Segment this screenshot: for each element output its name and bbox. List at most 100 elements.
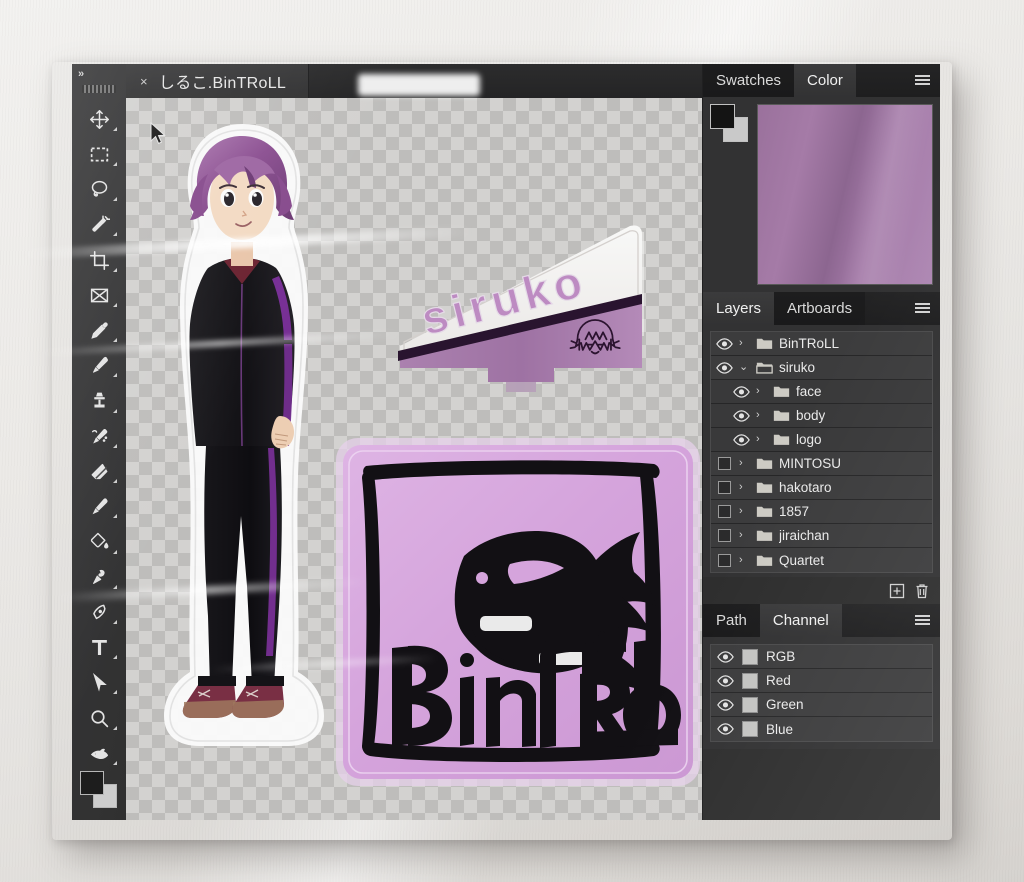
magic-wand-tool[interactable] xyxy=(77,207,121,242)
channel-visibility-eye-icon[interactable] xyxy=(717,698,734,711)
toolbar-color-chips[interactable] xyxy=(80,770,118,808)
document-tab[interactable]: × しるこ.BinTRoLL xyxy=(126,64,310,98)
foreground-color-chip[interactable] xyxy=(710,104,735,129)
acrylic-standee: » × しるこ.BinTRoLL siruko Swatches Color L… xyxy=(19,64,940,820)
channel-row[interactable]: RGB xyxy=(711,645,932,669)
zoom-tool[interactable] xyxy=(77,700,121,735)
layer-visibility-eye-icon[interactable] xyxy=(733,433,750,446)
channel-visibility-eye-icon[interactable] xyxy=(717,674,734,687)
chevron-right-icon[interactable]: › xyxy=(739,458,750,469)
tools-panel: » xyxy=(72,64,126,820)
dodge-tool[interactable] xyxy=(77,560,121,595)
new-layer-button[interactable] xyxy=(889,583,905,599)
crop-tool[interactable] xyxy=(77,242,121,277)
chevron-right-icon[interactable]: › xyxy=(739,506,750,517)
channel-visibility-eye-icon[interactable] xyxy=(717,650,734,663)
channel-row[interactable]: Blue xyxy=(711,717,932,741)
layer-row[interactable]: › BinTRoLL xyxy=(711,332,932,356)
channel-row[interactable]: Green xyxy=(711,693,932,717)
layer-visibility-toggle-off[interactable] xyxy=(718,529,731,542)
layer-row[interactable]: › Quartet xyxy=(711,548,932,572)
layers-panel-tabs: Layers Artboards xyxy=(703,292,940,325)
color-panel-body xyxy=(703,97,940,292)
type-tool[interactable] xyxy=(77,630,121,665)
chevron-right-icon[interactable]: › xyxy=(739,530,750,541)
layer-row[interactable]: › jiraichan xyxy=(711,524,932,548)
color-chips[interactable] xyxy=(710,104,748,142)
slice-tool[interactable] xyxy=(77,278,121,313)
character-artwork-siruko[interactable] xyxy=(148,116,338,756)
toolbar-collapse-button[interactable]: » xyxy=(72,66,126,83)
layers-panel-body: › BinTRoLL ⌄ siruko › face › body › logo › MINTOSU ›… xyxy=(703,325,940,577)
layer-visibility-toggle-off[interactable] xyxy=(718,457,731,470)
layer-row[interactable]: › face xyxy=(711,380,932,404)
channel-panel-menu-button[interactable] xyxy=(905,604,940,637)
layer-name: logo xyxy=(796,432,822,447)
channel-thumbnail xyxy=(742,648,758,665)
chevron-right-icon[interactable]: › xyxy=(756,434,767,445)
layers-panel: Layers Artboards › BinTRoLL ⌄ siruko › face › b… xyxy=(703,292,940,604)
folder-icon xyxy=(756,505,773,518)
layer-name: BinTRoLL xyxy=(779,336,840,351)
channel-list: RGB Red Green Blue xyxy=(710,644,933,742)
layer-row[interactable]: › MINTOSU xyxy=(711,452,932,476)
chevron-right-icon[interactable]: › xyxy=(756,386,767,397)
channel-row[interactable]: Red xyxy=(711,669,932,693)
delete-layer-button[interactable] xyxy=(914,583,930,599)
layer-name: jiraichan xyxy=(779,528,830,543)
nameplate-artwork-siruko[interactable]: siruko xyxy=(388,220,658,392)
layers-panel-menu-button[interactable] xyxy=(905,292,940,325)
layer-visibility-toggle-off[interactable] xyxy=(718,505,731,518)
hand-tool[interactable] xyxy=(77,736,121,771)
layer-row[interactable]: › logo xyxy=(711,428,932,452)
chevron-down-icon[interactable]: ⌄ xyxy=(739,362,750,373)
eyedropper-tool[interactable] xyxy=(77,313,121,348)
chevron-right-icon[interactable]: › xyxy=(739,554,750,566)
close-icon[interactable]: × xyxy=(140,74,148,89)
layer-visibility-eye-icon[interactable] xyxy=(733,385,750,398)
rectangular-marquee-tool[interactable] xyxy=(77,137,121,172)
layer-row[interactable]: ⌄ siruko xyxy=(711,356,932,380)
move-tool[interactable] xyxy=(77,101,121,136)
toolbar-drag-handle[interactable] xyxy=(82,84,116,94)
folder-icon xyxy=(756,361,773,374)
folder-icon xyxy=(756,554,773,567)
gradient-tool[interactable] xyxy=(77,524,121,559)
tab-channel[interactable]: Channel xyxy=(759,604,842,637)
tab-layers[interactable]: Layers xyxy=(703,292,775,325)
layer-row[interactable]: › body xyxy=(711,404,932,428)
clone-stamp-tool[interactable] xyxy=(77,383,121,418)
tab-path[interactable]: Path xyxy=(703,604,760,637)
tab-artboards[interactable]: Artboards xyxy=(774,292,866,325)
chevron-right-icon[interactable]: › xyxy=(739,482,750,493)
canvas[interactable]: siruko xyxy=(126,98,702,820)
brush-tool[interactable] xyxy=(77,348,121,383)
tab-color[interactable]: Color xyxy=(794,64,856,97)
lasso-tool[interactable] xyxy=(77,172,121,207)
layer-visibility-eye-icon[interactable] xyxy=(716,361,733,374)
eraser-tool[interactable] xyxy=(77,454,121,489)
channel-visibility-eye-icon[interactable] xyxy=(717,723,734,735)
channel-thumbnail xyxy=(742,696,758,713)
pen-tool[interactable] xyxy=(77,595,121,630)
layer-visibility-eye-icon[interactable] xyxy=(733,409,750,422)
layer-name: body xyxy=(796,408,826,423)
path-selection-tool[interactable] xyxy=(77,665,121,700)
chevron-right-icon[interactable]: › xyxy=(756,410,767,421)
layer-visibility-toggle-off[interactable] xyxy=(718,553,731,567)
layer-name: siruko xyxy=(779,360,816,375)
layer-row[interactable]: › hakotaro xyxy=(711,476,932,500)
history-brush-tool[interactable] xyxy=(77,419,121,454)
toolbar-foreground-color-chip[interactable] xyxy=(80,770,104,795)
blur-tool[interactable] xyxy=(77,489,121,524)
color-picker-field[interactable] xyxy=(757,104,933,285)
logo-artwork-bintroll[interactable] xyxy=(334,436,702,788)
color-panel-menu-button[interactable] xyxy=(905,64,940,97)
layer-row[interactable]: › 1857 xyxy=(711,500,932,524)
channel-name: Green xyxy=(766,697,804,712)
hamburger-menu-icon xyxy=(915,75,930,86)
layer-visibility-toggle-off[interactable] xyxy=(718,481,731,494)
tab-swatches[interactable]: Swatches xyxy=(703,64,795,97)
chevron-right-icon[interactable]: › xyxy=(739,338,750,349)
layer-visibility-eye-icon[interactable] xyxy=(716,337,733,350)
